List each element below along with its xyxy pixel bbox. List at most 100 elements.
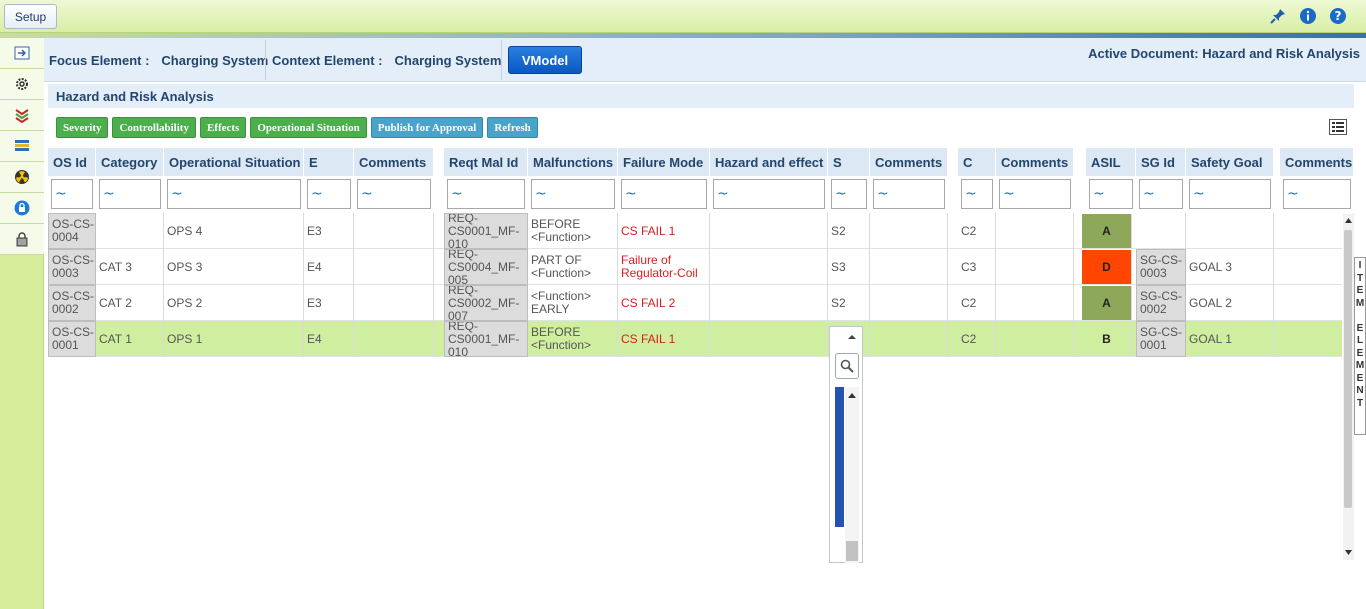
cell-operational-situation[interactable]: OPS 4 [164,213,304,249]
cell-sg-id[interactable]: SG-CS-0002 [1136,285,1186,321]
hazard-icon[interactable] [0,162,44,193]
column-chooser-icon[interactable] [1329,119,1347,135]
cell-c[interactable]: C3 [958,249,996,285]
scroll-up-icon[interactable] [1345,218,1352,223]
cell-comments[interactable] [996,249,1074,285]
column-header-malfunctions[interactable]: Malfunctions [528,148,618,176]
column-header-os-id[interactable]: OS Id [48,148,96,176]
cell-category[interactable] [96,213,164,249]
filter-input-safety-goal[interactable] [1189,179,1271,209]
dropdown-up-arrow-icon[interactable] [847,334,857,340]
cell-reqt-mal-id[interactable]: REQ-CS0002_MF-007 [444,285,528,321]
cell-failure-mode[interactable]: CS FAIL 1 [618,213,710,249]
help-icon[interactable]: ? [1328,6,1348,26]
filter-input-reqt-mal-id[interactable] [447,179,525,209]
cell-c[interactable]: C2 [958,321,996,357]
cell-comments[interactable] [870,213,948,249]
cell-sg-id[interactable] [1136,213,1186,249]
padlock-icon[interactable] [0,224,44,255]
cell-operational-situation[interactable]: OPS 2 [164,285,304,321]
cell-malfunctions[interactable]: BEFORE <Function> [528,213,618,249]
cell-category[interactable]: CAT 2 [96,285,164,321]
filter-input-operational-situation[interactable] [167,179,301,209]
filter-input-comments[interactable] [1283,179,1351,209]
cell-comments[interactable] [996,285,1074,321]
filter-input-malfunctions[interactable] [531,179,615,209]
cell-failure-mode[interactable]: CS FAIL 1 [618,321,710,357]
cell-reqt-mal-id[interactable]: REQ-CS0001_MF-010 [444,213,528,249]
export-icon[interactable] [0,38,44,69]
cell-malfunctions[interactable]: BEFORE <Function> [528,321,618,357]
column-header-hazard-and-effect[interactable]: Hazard and effect [710,148,828,176]
table-scrollbar[interactable] [1343,214,1354,560]
column-header-comments[interactable]: Comments [870,148,948,176]
cell-e[interactable]: E3 [304,285,354,321]
filter-input-failure-mode[interactable] [621,179,707,209]
cell-comments[interactable] [354,249,434,285]
cell-os-id[interactable]: OS-CS-0003 [48,249,96,285]
cell-safety-goal[interactable]: GOAL 3 [1186,249,1274,285]
dropdown-selected-option[interactable] [835,387,844,527]
column-header-comments[interactable]: Comments [996,148,1074,176]
table-row[interactable]: OS-CS-0004 OPS 4 E3 REQ-CS0001_MF-010 BEFORE… [48,213,1354,249]
cell-asil[interactable]: A [1082,214,1132,248]
stack-icon[interactable] [0,131,44,162]
column-header-c[interactable]: C [958,148,996,176]
column-header-operational-situation[interactable]: Operational Situation [164,148,304,176]
filter-input-c[interactable] [961,179,993,209]
cell-category[interactable]: CAT 3 [96,249,164,285]
cell-e[interactable]: E3 [304,213,354,249]
search-icon[interactable] [835,353,859,379]
cell-c[interactable]: C2 [958,213,996,249]
cell-os-id[interactable]: OS-CS-0001 [48,321,96,357]
filter-input-e[interactable] [307,179,351,209]
filter-input-s[interactable] [831,179,867,209]
info-icon[interactable] [1298,6,1318,26]
operational-situation-button[interactable]: Operational Situation [250,117,367,138]
cell-category[interactable]: CAT 1 [96,321,164,357]
cell-reqt-mal-id[interactable]: REQ-CS0001_MF-010 [444,321,528,357]
cell-comments[interactable] [996,213,1074,249]
layers-icon[interactable] [0,100,44,131]
column-header-safety-goal[interactable]: Safety Goal [1186,148,1274,176]
publish-for-approval-button[interactable]: Publish for Approval [370,117,484,138]
filter-input-comments[interactable] [357,179,431,209]
filter-input-os-id[interactable] [51,179,93,209]
filter-input-category[interactable] [99,179,161,209]
cell-c[interactable]: C2 [958,285,996,321]
item-element-tab[interactable]: ITEM ELEMENT [1354,257,1366,435]
column-header-e[interactable]: E [304,148,354,176]
cell-asil[interactable]: A [1082,286,1132,320]
cell-hazard-and-effect[interactable] [710,249,828,285]
cell-reqt-mal-id[interactable]: REQ-CS0004_MF-005 [444,249,528,285]
effects-button[interactable]: Effects [199,117,247,138]
table-scroll-thumb[interactable] [1344,230,1352,508]
cell-comments[interactable] [354,213,434,249]
column-header-asil[interactable]: ASIL [1086,148,1136,176]
cell-safety-goal[interactable]: GOAL 2 [1186,285,1274,321]
filter-input-sg-id[interactable] [1139,179,1183,209]
setup-tab[interactable]: Setup [4,4,57,29]
cell-s[interactable]: S3 [828,249,870,285]
dropdown-scroll-thumb[interactable] [846,541,858,561]
cell-os-id[interactable]: OS-CS-0004 [48,213,96,249]
cell-s[interactable]: S2 [828,285,870,321]
pin-icon[interactable] [1268,6,1288,26]
cell-asil[interactable]: D [1082,250,1132,284]
cell-os-id[interactable]: OS-CS-0002 [48,285,96,321]
severity-dropdown[interactable] [829,326,863,563]
table-row[interactable]: OS-CS-0002 CAT 2 OPS 2 E3 REQ-CS0002_MF-007 <… [48,285,1354,321]
filter-input-comments[interactable] [999,179,1071,209]
table-row[interactable]: OS-CS-0001 CAT 1 OPS 1 E4 REQ-CS0001_MF-010 B… [48,321,1354,357]
cell-comments[interactable] [354,321,434,357]
dropdown-scrollbar[interactable] [845,387,859,563]
cell-sg-id[interactable]: SG-CS-0001 [1136,321,1186,357]
table-row[interactable]: OS-CS-0003 CAT 3 OPS 3 E4 REQ-CS0004_MF-005 P… [48,249,1354,285]
column-header-reqt-mal-id[interactable]: Reqt Mal Id [444,148,528,176]
cell-hazard-and-effect[interactable] [710,321,828,357]
filter-input-hazard-and-effect[interactable] [713,179,825,209]
scroll-down-icon[interactable] [1345,550,1352,555]
lock-icon[interactable] [0,193,44,224]
severity-button[interactable]: Severity [56,117,109,138]
filter-input-asil[interactable] [1089,179,1133,209]
